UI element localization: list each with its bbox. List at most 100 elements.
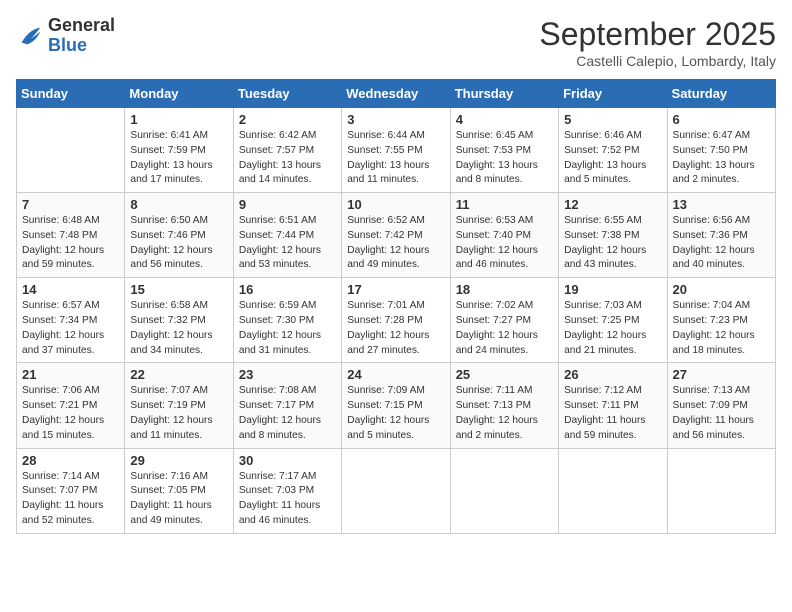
day-number: 3 [347, 112, 444, 127]
day-cell: 3 Sunrise: 6:44 AMSunset: 7:55 PMDaylight… [342, 108, 450, 193]
day-cell [342, 448, 450, 533]
day-info: Sunrise: 7:12 AMSunset: 7:11 PMDaylight:… [564, 384, 661, 443]
day-cell: 26 Sunrise: 7:12 AMSunset: 7:11 PMDayligh… [559, 363, 667, 448]
day-cell: 11Sunrise: 6:53 AMSunset: 7:40 PMDayligh… [450, 193, 558, 278]
day-number: 5 [564, 112, 661, 127]
day-cell: 28Sunrise: 7:14 AMSunset: 7:07 PMDayligh… [17, 448, 125, 533]
day-info: Sunrise: 6:55 AMSunset: 7:38 PMDaylight:… [564, 214, 661, 273]
logo-general: General [48, 15, 115, 35]
day-number: 24 [347, 367, 444, 382]
day-cell: 8 Sunrise: 6:50 AMSunset: 7:46 PMDaylight… [125, 193, 233, 278]
day-number: 13 [673, 197, 770, 212]
week-row-4: 21 Sunrise: 7:06 AMSunset: 7:21 PMDayligh… [17, 363, 776, 448]
day-cell: 2 Sunrise: 6:42 AMSunset: 7:57 PMDaylight… [233, 108, 341, 193]
day-number: 2 [239, 112, 336, 127]
weekday-header-sunday: Sunday [17, 80, 125, 108]
day-info: Sunrise: 6:44 AMSunset: 7:55 PMDaylight:… [347, 129, 444, 188]
week-row-1: 1 Sunrise: 6:41 AMSunset: 7:59 PMDaylight… [17, 108, 776, 193]
day-number: 23 [239, 367, 336, 382]
day-cell [17, 108, 125, 193]
day-cell: 13 Sunrise: 6:56 AMSunset: 7:36 PMDayligh… [667, 193, 775, 278]
day-info: Sunrise: 7:04 AMSunset: 7:23 PMDaylight:… [673, 299, 770, 358]
weekday-header-monday: Monday [125, 80, 233, 108]
day-number: 17 [347, 282, 444, 297]
day-cell: 9 Sunrise: 6:51 AMSunset: 7:44 PMDaylight… [233, 193, 341, 278]
header: General Blue September 2025 Castelli Cal… [16, 16, 776, 69]
day-cell: 12 Sunrise: 6:55 AMSunset: 7:38 PMDayligh… [559, 193, 667, 278]
day-info: Sunrise: 7:17 AMSunset: 7:03 PMDaylight:… [239, 470, 336, 529]
day-cell [559, 448, 667, 533]
day-number: 7 [22, 197, 119, 212]
day-number: 11 [456, 197, 553, 212]
day-cell: 18 Sunrise: 7:02 AMSunset: 7:27 PMDayligh… [450, 278, 558, 363]
day-info: Sunrise: 6:51 AMSunset: 7:44 PMDaylight:… [239, 214, 336, 273]
day-info: Sunrise: 7:08 AMSunset: 7:17 PMDaylight:… [239, 384, 336, 443]
day-number: 21 [22, 367, 119, 382]
logo-blue: Blue [48, 35, 87, 55]
day-cell: 22Sunrise: 7:07 AMSunset: 7:19 PMDayligh… [125, 363, 233, 448]
day-number: 1 [130, 112, 227, 127]
day-info: Sunrise: 6:46 AMSunset: 7:52 PMDaylight:… [564, 129, 661, 188]
day-number: 27 [673, 367, 770, 382]
calendar-table: SundayMondayTuesdayWednesdayThursdayFrid… [16, 79, 776, 534]
day-number: 16 [239, 282, 336, 297]
logo-text: General Blue [48, 16, 115, 56]
day-cell: 10Sunrise: 6:52 AMSunset: 7:42 PMDayligh… [342, 193, 450, 278]
day-cell: 19 Sunrise: 7:03 AMSunset: 7:25 PMDayligh… [559, 278, 667, 363]
day-number: 8 [130, 197, 227, 212]
day-cell: 5 Sunrise: 6:46 AMSunset: 7:52 PMDaylight… [559, 108, 667, 193]
day-info: Sunrise: 7:09 AMSunset: 7:15 PMDaylight:… [347, 384, 444, 443]
day-cell: 24 Sunrise: 7:09 AMSunset: 7:15 PMDayligh… [342, 363, 450, 448]
weekday-header-thursday: Thursday [450, 80, 558, 108]
day-cell [450, 448, 558, 533]
day-number: 15 [130, 282, 227, 297]
title-area: September 2025 Castelli Calepio, Lombard… [539, 16, 776, 69]
day-cell: 27 Sunrise: 7:13 AMSunset: 7:09 PMDayligh… [667, 363, 775, 448]
day-info: Sunrise: 6:48 AMSunset: 7:48 PMDaylight:… [22, 214, 119, 273]
day-info: Sunrise: 7:16 AMSunset: 7:05 PMDaylight:… [130, 470, 227, 529]
day-cell: 6 Sunrise: 6:47 AMSunset: 7:50 PMDaylight… [667, 108, 775, 193]
day-info: Sunrise: 7:13 AMSunset: 7:09 PMDaylight:… [673, 384, 770, 443]
day-number: 10 [347, 197, 444, 212]
day-info: Sunrise: 6:57 AMSunset: 7:34 PMDaylight:… [22, 299, 119, 358]
day-cell: 23 Sunrise: 7:08 AMSunset: 7:17 PMDayligh… [233, 363, 341, 448]
day-cell: 7 Sunrise: 6:48 AMSunset: 7:48 PMDaylight… [17, 193, 125, 278]
day-info: Sunrise: 7:02 AMSunset: 7:27 PMDaylight:… [456, 299, 553, 358]
day-info: Sunrise: 7:01 AMSunset: 7:28 PMDaylight:… [347, 299, 444, 358]
day-number: 14 [22, 282, 119, 297]
day-cell: 15 Sunrise: 6:58 AMSunset: 7:32 PMDayligh… [125, 278, 233, 363]
day-cell: 1 Sunrise: 6:41 AMSunset: 7:59 PMDaylight… [125, 108, 233, 193]
day-info: Sunrise: 7:14 AMSunset: 7:07 PMDaylight:… [22, 470, 119, 529]
day-cell: 20Sunrise: 7:04 AMSunset: 7:23 PMDayligh… [667, 278, 775, 363]
day-number: 6 [673, 112, 770, 127]
day-info: Sunrise: 7:06 AMSunset: 7:21 PMDaylight:… [22, 384, 119, 443]
day-info: Sunrise: 6:41 AMSunset: 7:59 PMDaylight:… [130, 129, 227, 188]
day-number: 22 [130, 367, 227, 382]
day-info: Sunrise: 6:45 AMSunset: 7:53 PMDaylight:… [456, 129, 553, 188]
weekday-header-saturday: Saturday [667, 80, 775, 108]
day-number: 19 [564, 282, 661, 297]
logo: General Blue [16, 16, 115, 56]
day-info: Sunrise: 6:59 AMSunset: 7:30 PMDaylight:… [239, 299, 336, 358]
day-info: Sunrise: 6:47 AMSunset: 7:50 PMDaylight:… [673, 129, 770, 188]
day-info: Sunrise: 6:42 AMSunset: 7:57 PMDaylight:… [239, 129, 336, 188]
weekday-header-tuesday: Tuesday [233, 80, 341, 108]
day-info: Sunrise: 6:50 AMSunset: 7:46 PMDaylight:… [130, 214, 227, 273]
day-cell: 14 Sunrise: 6:57 AMSunset: 7:34 PMDayligh… [17, 278, 125, 363]
day-number: 18 [456, 282, 553, 297]
day-info: Sunrise: 6:56 AMSunset: 7:36 PMDaylight:… [673, 214, 770, 273]
day-info: Sunrise: 7:11 AMSunset: 7:13 PMDaylight:… [456, 384, 553, 443]
day-cell: 25Sunrise: 7:11 AMSunset: 7:13 PMDayligh… [450, 363, 558, 448]
day-cell: 16 Sunrise: 6:59 AMSunset: 7:30 PMDayligh… [233, 278, 341, 363]
day-number: 26 [564, 367, 661, 382]
weekday-header-friday: Friday [559, 80, 667, 108]
day-cell: 30Sunrise: 7:17 AMSunset: 7:03 PMDayligh… [233, 448, 341, 533]
day-info: Sunrise: 7:03 AMSunset: 7:25 PMDaylight:… [564, 299, 661, 358]
day-number: 12 [564, 197, 661, 212]
day-info: Sunrise: 6:58 AMSunset: 7:32 PMDaylight:… [130, 299, 227, 358]
day-cell: 29Sunrise: 7:16 AMSunset: 7:05 PMDayligh… [125, 448, 233, 533]
day-cell [667, 448, 775, 533]
week-row-5: 28Sunrise: 7:14 AMSunset: 7:07 PMDayligh… [17, 448, 776, 533]
weekday-header-wednesday: Wednesday [342, 80, 450, 108]
day-number: 9 [239, 197, 336, 212]
